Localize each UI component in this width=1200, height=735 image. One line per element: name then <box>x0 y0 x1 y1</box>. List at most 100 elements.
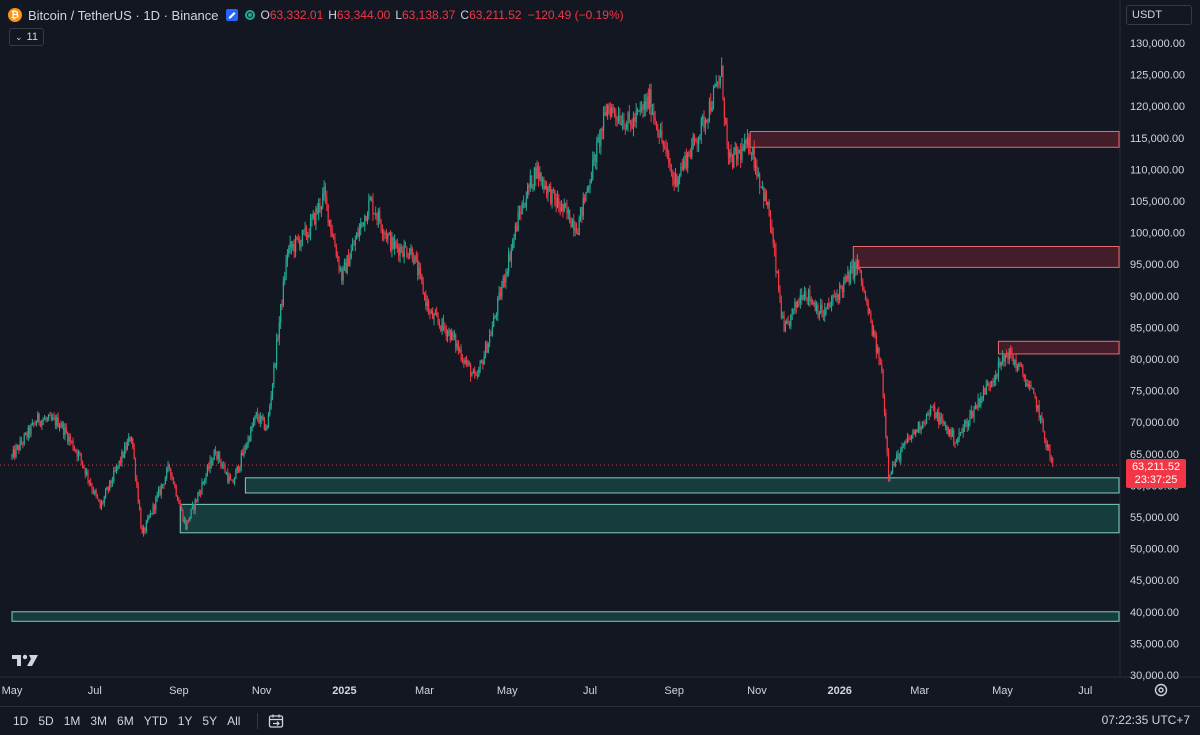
candle-body <box>399 246 401 256</box>
candle-body <box>304 227 306 231</box>
candle-body <box>43 418 46 421</box>
range-button-3m[interactable]: 3M <box>87 713 110 729</box>
tradingview-logo-icon[interactable] <box>10 652 40 668</box>
candle-body <box>493 317 495 327</box>
candle-body <box>623 120 625 129</box>
candle-body <box>289 242 291 249</box>
candle-body <box>565 203 567 207</box>
candle-body <box>508 253 510 273</box>
range-button-1y[interactable]: 1Y <box>175 713 196 729</box>
range-button-5d[interactable]: 5D <box>35 713 56 729</box>
candle-body <box>965 420 967 424</box>
demand-zone-4[interactable] <box>179 503 1120 534</box>
candle-body <box>259 415 261 423</box>
candle-body <box>594 154 597 163</box>
candle-body <box>72 440 74 449</box>
candle-body <box>570 223 572 228</box>
candle-body <box>261 415 263 420</box>
candle-body <box>704 119 706 128</box>
edit-icon[interactable] <box>225 8 239 22</box>
supply-zone-0[interactable] <box>749 130 1120 148</box>
price-chart[interactable]: 130,000.00 125,000.00 120,000.00 115,000.00… <box>0 0 1200 706</box>
demand-zone-3[interactable] <box>244 477 1120 494</box>
candle-body <box>197 493 199 501</box>
range-button-ytd[interactable]: YTD <box>141 713 171 729</box>
time-axis[interactable]: May Jul Sep Nov 2025 Mar May Jul Sep Nov 2026 Mar Ma… <box>2 685 1093 697</box>
range-button-all[interactable]: All <box>224 713 243 729</box>
axis-settings-icon[interactable] <box>1153 682 1169 698</box>
candle-body <box>748 137 750 153</box>
candle-body <box>460 349 462 360</box>
candle-body <box>109 480 111 490</box>
candle-body <box>427 301 430 313</box>
candle-body <box>802 297 804 300</box>
supply-zone-1[interactable] <box>852 246 1120 268</box>
candle-body <box>176 495 179 501</box>
candle-body <box>592 159 594 179</box>
candle-body <box>210 459 213 466</box>
candle-body <box>518 212 521 214</box>
candle-body <box>379 211 381 223</box>
range-button-5y[interactable]: 5Y <box>199 713 220 729</box>
candle-body <box>586 188 588 193</box>
candle-body <box>512 240 514 249</box>
candle-body <box>613 107 616 115</box>
candle-body <box>430 311 432 313</box>
candle-body <box>873 331 875 336</box>
candle-body <box>577 232 579 235</box>
candle-body <box>18 445 20 451</box>
trading-chart-window: 130,000.00 125,000.00 120,000.00 115,000.00… <box>0 0 1200 735</box>
candle-body <box>417 259 419 276</box>
candle-body <box>164 477 166 485</box>
candle-body <box>639 108 641 111</box>
candle-body <box>562 203 564 211</box>
clock-timezone[interactable]: 07:22:35 UTC+7 <box>1102 713 1190 727</box>
candle-body <box>775 249 777 272</box>
candle-body <box>407 256 409 258</box>
candle-body <box>573 219 575 231</box>
candle-body <box>764 192 766 202</box>
candle-body <box>883 397 886 413</box>
candle-body <box>392 237 394 249</box>
close-value: 63,211.52 <box>469 8 522 22</box>
time-axis-label: Mar <box>415 685 434 697</box>
candle-body <box>791 308 793 315</box>
candle-body <box>829 305 831 307</box>
range-button-1m[interactable]: 1M <box>61 713 84 729</box>
candle-body <box>754 165 757 169</box>
candle-body <box>749 152 751 154</box>
price-axis[interactable]: 130,000.00 125,000.00 120,000.00 115,000.00… <box>1130 38 1185 682</box>
candle-body <box>370 197 373 200</box>
candle-body <box>320 206 322 210</box>
candle-body <box>513 236 515 241</box>
candle-body <box>624 128 626 130</box>
candle-body <box>524 206 526 208</box>
go-to-date-icon[interactable] <box>267 712 285 730</box>
range-button-1d[interactable]: 1D <box>10 713 31 729</box>
chevron-down-icon: ⌄ <box>15 31 23 42</box>
candle-body <box>449 330 451 341</box>
candle-body <box>505 273 507 283</box>
candle-body <box>824 309 826 317</box>
candle-body <box>596 141 598 163</box>
currency-select[interactable]: USDT <box>1126 5 1192 25</box>
candle-body <box>991 381 993 387</box>
price-axis-label: 115,000.00 <box>1130 133 1184 145</box>
demand-zone-5[interactable] <box>11 611 1120 622</box>
candle-body <box>224 465 226 473</box>
candle-body <box>484 343 487 356</box>
candle-body <box>1018 363 1020 367</box>
range-button-6m[interactable]: 6M <box>114 713 137 729</box>
candle-body <box>414 255 416 264</box>
candle-body <box>957 439 959 443</box>
candle-body <box>1008 348 1010 360</box>
candle-body <box>745 140 747 144</box>
supply-zone-2[interactable] <box>997 340 1120 355</box>
indicators-toggle-button[interactable]: ⌄ 11 <box>9 28 44 46</box>
candle-body <box>502 277 504 287</box>
candle-body <box>166 468 168 478</box>
symbol-title[interactable]: Bitcoin / TetherUS · 1D · Binance <box>28 8 219 23</box>
candle-body <box>1011 352 1013 360</box>
candle-body <box>254 415 256 422</box>
candle-body <box>630 120 632 126</box>
